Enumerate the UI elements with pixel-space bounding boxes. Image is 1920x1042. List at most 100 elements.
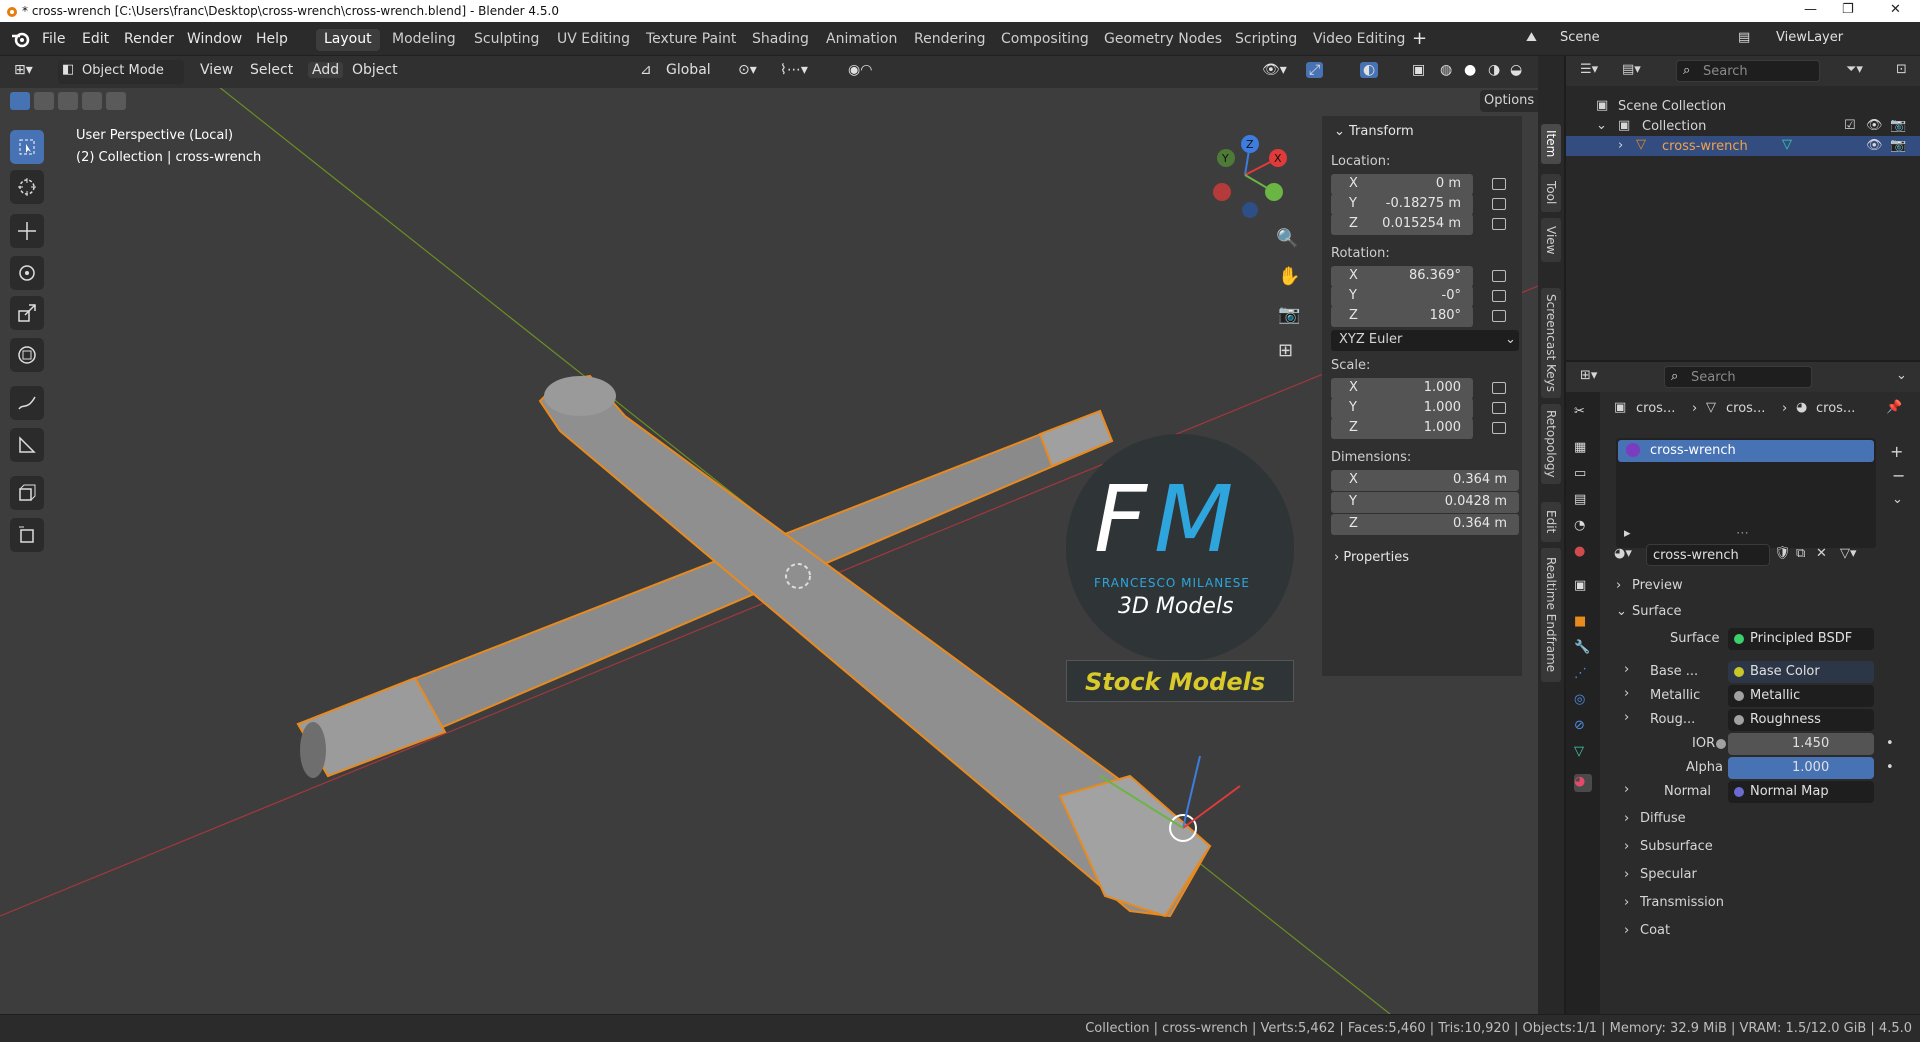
visibility-icon[interactable]: 👁▾: [1262, 62, 1287, 78]
fake-user-icon[interactable]: 🛡: [1774, 546, 1791, 561]
menu-object[interactable]: Object: [352, 62, 398, 78]
viewport-scene[interactable]: [0, 56, 1538, 1014]
tab-animation[interactable]: Animation: [818, 29, 905, 51]
camera-view-icon[interactable]: 📷: [1278, 304, 1300, 325]
chevron-right-icon[interactable]: ›: [1624, 686, 1629, 701]
viewlayer-selector[interactable]: ▤ ViewLayer: [1732, 27, 1918, 51]
snap-icon[interactable]: ⌇⋯▾: [780, 62, 808, 78]
render-tab-icon[interactable]: ▦: [1574, 440, 1592, 458]
duplicate-icon[interactable]: ⧉: [1796, 546, 1805, 561]
ortho-grid-icon[interactable]: ⊞: [1278, 340, 1293, 361]
options-button[interactable]: Options: [1480, 90, 1538, 112]
blender-menu-icon[interactable]: [10, 30, 32, 48]
tool-select-box-icon[interactable]: [10, 130, 44, 164]
lock-location-x-icon[interactable]: [1492, 178, 1506, 190]
particles-tab-icon[interactable]: ⋰: [1574, 666, 1592, 684]
chevron-right-icon[interactable]: ›: [1624, 662, 1629, 677]
pin-icon[interactable]: 📌: [1886, 400, 1902, 415]
data-tab-icon[interactable]: ▽: [1574, 744, 1592, 762]
rendered-shading-icon[interactable]: ◒: [1510, 62, 1522, 78]
rotation-y-field[interactable]: Y -0°: [1331, 286, 1473, 307]
outliner-search-input[interactable]: ⌕ Search: [1676, 60, 1820, 82]
tab-rendering[interactable]: Rendering: [906, 29, 994, 51]
pan-hand-icon[interactable]: ✋: [1278, 266, 1300, 287]
tool-settings-tab-icon[interactable]: ✂: [1574, 404, 1592, 422]
select-subtract-icon[interactable]: [58, 92, 78, 110]
scale-y-field[interactable]: Y 1.000: [1331, 398, 1473, 419]
add-workspace-icon[interactable]: +: [1412, 28, 1427, 49]
minimize-icon[interactable]: —: [1804, 2, 1817, 17]
lock-location-z-icon[interactable]: [1492, 218, 1506, 230]
3d-viewport[interactable]: ⊞▾ ◧ Object Mode View Select Add Object …: [0, 56, 1538, 1014]
tab-texture-paint[interactable]: Texture Paint: [638, 29, 744, 51]
location-y-field[interactable]: Y -0.18275 m: [1331, 194, 1473, 215]
view-layer-tab-icon[interactable]: ▤: [1574, 492, 1592, 510]
section-specular[interactable]: › Specular: [1610, 864, 1910, 886]
tab-shading[interactable]: Shading: [744, 29, 817, 51]
tool-measure-icon[interactable]: [10, 428, 44, 462]
tool-move-icon[interactable]: [10, 214, 44, 248]
keyframe-dot-icon[interactable]: •: [1886, 736, 1894, 751]
lock-rotation-z-icon[interactable]: [1492, 310, 1506, 322]
xray-icon[interactable]: ▣: [1412, 62, 1425, 78]
wireframe-shading-icon[interactable]: ◍: [1440, 62, 1452, 78]
gizmo-toggle-icon[interactable]: ⤢: [1306, 62, 1324, 78]
pivot-icon[interactable]: ⊙▾: [738, 62, 757, 78]
lock-location-y-icon[interactable]: [1492, 198, 1506, 210]
display-mode-icon[interactable]: ▤▾: [1622, 62, 1641, 77]
solid-shading-icon[interactable]: ●: [1464, 62, 1476, 78]
scene-tab-icon[interactable]: ◔: [1574, 518, 1592, 536]
visibility-eye-icon[interactable]: 👁: [1866, 138, 1883, 153]
filter-icon[interactable]: ⏷▾: [1846, 62, 1863, 77]
properties-search-input[interactable]: ⌕ Search: [1664, 366, 1812, 388]
object-tab-icon[interactable]: ■: [1574, 614, 1592, 632]
input-base-color-field[interactable]: Base Color: [1728, 661, 1874, 683]
dimension-x-field[interactable]: X 0.364 m: [1331, 470, 1519, 491]
sidebar-tab-tool[interactable]: Tool: [1541, 174, 1561, 212]
keyframe-dot-icon[interactable]: •: [1886, 760, 1894, 775]
lock-rotation-y-icon[interactable]: [1492, 290, 1506, 302]
navigation-gizmo[interactable]: Z X Y: [1200, 130, 1290, 220]
collection-checkbox-icon[interactable]: ☑: [1844, 118, 1856, 133]
tab-scripting[interactable]: Scripting: [1227, 29, 1305, 51]
lock-rotation-x-icon[interactable]: [1492, 270, 1506, 282]
tab-sculpting[interactable]: Sculpting: [466, 29, 547, 51]
select-invert-icon[interactable]: [82, 92, 102, 110]
tab-uv-editing[interactable]: UV Editing: [549, 29, 638, 51]
constraints-tab-icon[interactable]: ⊘: [1574, 718, 1592, 736]
new-collection-icon[interactable]: ⊡: [1896, 62, 1907, 77]
alpha-field[interactable]: 1.000: [1728, 757, 1874, 779]
menu-edit[interactable]: Edit: [82, 31, 109, 47]
orientation-selector[interactable]: Global: [666, 62, 711, 78]
transform-panel-header[interactable]: ⌄ Transform: [1334, 124, 1414, 139]
material-name-field[interactable]: cross-wrench: [1646, 544, 1770, 566]
tool-add-object-icon[interactable]: [10, 518, 44, 552]
chevron-down-icon[interactable]: ⌄: [1892, 492, 1903, 507]
outliner-row-scene-collection[interactable]: ▣ Scene Collection: [1566, 96, 1920, 116]
menu-file[interactable]: File: [42, 31, 65, 47]
lock-scale-x-icon[interactable]: [1492, 382, 1506, 394]
tab-layout[interactable]: Layout: [316, 29, 380, 51]
restore-icon[interactable]: ❐: [1842, 2, 1854, 17]
normal-field[interactable]: Normal Map: [1728, 781, 1874, 803]
zoom-icon[interactable]: 🔍: [1276, 228, 1298, 249]
tab-video-editing[interactable]: Video Editing: [1305, 29, 1413, 51]
lock-scale-y-icon[interactable]: [1492, 402, 1506, 414]
sidebar-tab-realtime-endframe[interactable]: Realtime Endframe: [1541, 548, 1561, 682]
surface-shader-field[interactable]: Principled BSDF: [1728, 628, 1874, 650]
render-camera-icon[interactable]: 📷: [1890, 118, 1906, 133]
properties-editor-icon[interactable]: ⊞▾: [1580, 368, 1597, 383]
play-icon[interactable]: ▸: [1624, 526, 1631, 541]
overlay-toggle-icon[interactable]: ◐: [1360, 62, 1379, 78]
editor-type-icon[interactable]: ⊞▾: [14, 62, 33, 78]
chevron-right-icon[interactable]: ›: [1624, 782, 1629, 797]
scale-x-field[interactable]: X 1.000: [1331, 378, 1473, 399]
outliner-row-collection[interactable]: ⌄ ▣ Collection ☑ 👁 📷: [1566, 116, 1920, 136]
chevron-down-icon[interactable]: ⌄: [1896, 368, 1907, 383]
proportional-edit-icon[interactable]: ◉◠: [848, 62, 872, 78]
tab-compositing[interactable]: Compositing: [993, 29, 1097, 51]
sidebar-tab-item[interactable]: Item: [1541, 124, 1561, 164]
mode-selector[interactable]: ◧ Object Mode: [58, 60, 184, 84]
add-slot-icon[interactable]: +: [1890, 442, 1903, 461]
remove-slot-icon[interactable]: −: [1892, 466, 1905, 485]
